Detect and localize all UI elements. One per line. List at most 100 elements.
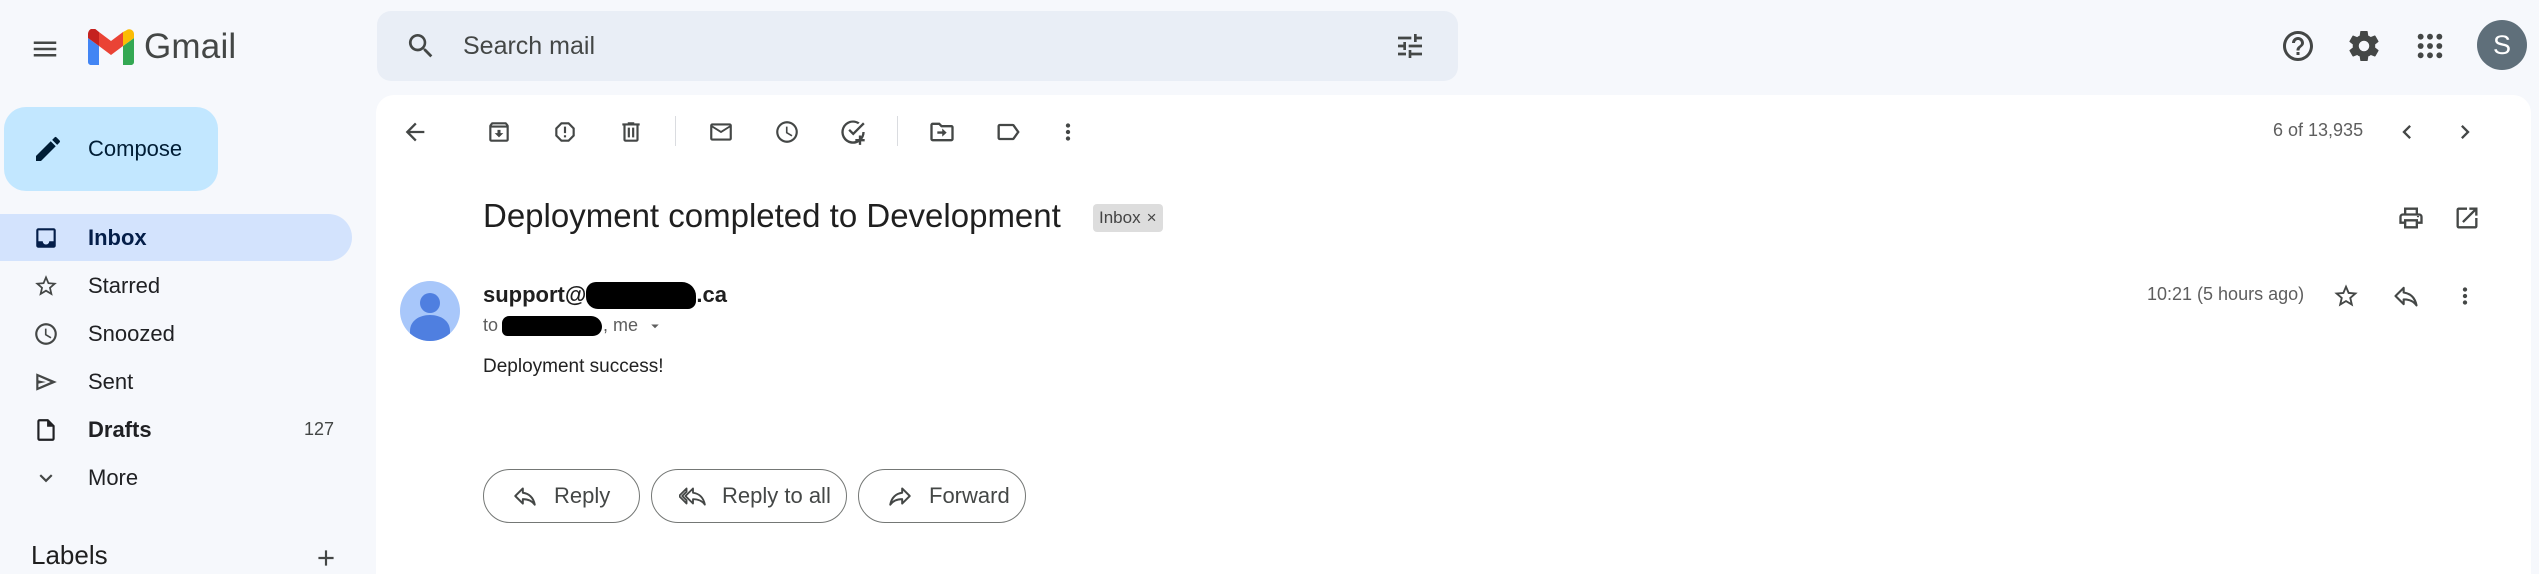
clock-icon [35,322,57,345]
main-menu-button[interactable] [16,20,74,78]
settings-button[interactable] [2340,22,2388,70]
reply-icon [514,487,536,506]
delete-button[interactable] [611,112,651,152]
file-icon [37,418,55,441]
report-icon [555,122,575,142]
label-icon [997,123,1020,141]
star-button[interactable] [2326,276,2366,316]
create-label-button[interactable] [308,540,344,574]
sender-prefix: support@ [483,282,587,307]
apps-grid-icon [2417,33,2443,59]
reply-label: Reply [554,483,611,508]
chevron-right-icon [2461,125,2470,139]
mark-unread-button[interactable] [701,112,741,152]
search-input[interactable]: Search mail [463,32,1386,61]
tune-icon [1398,34,1422,58]
older-button[interactable] [2445,112,2485,152]
sidebar-item-drafts[interactable]: Drafts 127 [0,406,352,453]
message-time: 10:21 (5 hours ago) [2147,284,2305,304]
reply-all-button[interactable]: Reply to all [651,469,847,523]
person-icon [410,293,450,341]
gmail-logo[interactable]: Gmail [88,22,236,72]
support-button[interactable] [2274,22,2322,70]
search-options-button[interactable] [1386,22,1434,70]
to-suffix: , me [603,315,639,335]
reply-button[interactable]: Reply [483,469,640,523]
back-button[interactable] [395,112,435,152]
sidebar-item-label: Inbox [88,224,147,250]
clock-icon [776,121,798,143]
trash-icon [622,122,640,142]
add-task-icon [841,120,865,145]
inbox-icon [36,227,56,248]
email-subject: Deployment completed to Development [483,197,1061,234]
sidebar-item-inbox[interactable]: Inbox [0,214,352,261]
send-icon [36,372,57,391]
sidebar-item-snoozed[interactable]: Snoozed [0,310,352,357]
redaction-mark [586,282,696,309]
sidebar-item-label: Sent [88,368,134,394]
reply-icon [2394,286,2418,307]
sidebar-item-more[interactable]: More [0,454,352,501]
more-options-button[interactable] [1048,112,1088,152]
reply-all-icon [679,487,706,506]
account-avatar[interactable]: S [2477,20,2527,70]
sidebar-item-count: 127 [303,419,334,439]
sender-suffix: .ca [696,282,727,307]
show-details-button[interactable] [646,317,664,335]
sidebar-item-sent[interactable]: Sent [0,358,352,405]
to-prefix: to [483,315,504,335]
sidebar-item-label: Snoozed [88,320,175,346]
star-outline-icon [2334,284,2358,307]
sender-avatar[interactable] [400,281,460,341]
labels-heading: Labels [31,540,108,570]
chevron-down-icon [39,473,53,482]
open-in-new-icon [2456,207,2478,229]
app-name: Gmail [144,27,237,66]
sidebar-item-starred[interactable]: Starred [0,262,352,309]
print-all-button[interactable] [2391,198,2431,238]
compose-label: Compose [88,136,183,161]
search-icon [408,34,433,58]
labels-button[interactable] [988,112,1028,152]
compose-button[interactable]: Compose [4,107,218,191]
snooze-button[interactable] [767,112,807,152]
reply-all-label: Reply to all [722,483,831,508]
gmail-m-icon [88,29,134,65]
print-icon [2399,207,2423,229]
label-chip-text: Inbox [1099,208,1141,227]
newer-button[interactable] [2387,112,2427,152]
search-button[interactable] [401,26,441,66]
caret-down-icon [651,324,659,329]
add-to-tasks-button[interactable] [833,112,873,152]
remove-label-icon[interactable]: × [1147,208,1157,228]
more-vert-icon [2462,287,2468,305]
sidebar-item-label: Drafts [88,416,152,442]
inbox-label-chip[interactable]: Inbox × [1093,204,1163,232]
gear-icon [2349,31,2379,62]
pagination-count: 6 of 13,935 [2273,120,2364,140]
sidebar-item-label: More [88,464,139,490]
search-bar[interactable]: Search mail [377,11,1458,81]
toolbar-divider [675,116,676,146]
folder-move-icon [930,122,954,142]
more-vert-icon [1065,123,1071,141]
chevron-left-icon [2402,125,2411,139]
redaction-mark [502,316,602,336]
google-apps-button[interactable] [2406,22,2454,70]
archive-icon [489,122,509,142]
toolbar-divider [897,116,898,146]
arrow-back-icon [405,122,425,142]
message-more-button[interactable] [2445,276,2485,316]
help-icon [2283,31,2313,61]
plus-icon [318,550,334,566]
report-spam-button[interactable] [545,112,585,152]
open-new-window-button[interactable] [2447,198,2487,238]
forward-icon [889,487,911,506]
forward-button[interactable]: Forward [858,469,1026,523]
reply-icon-button[interactable] [2386,276,2426,316]
move-to-button[interactable] [922,112,962,152]
mail-icon [710,123,732,141]
forward-label: Forward [929,483,1010,508]
archive-button[interactable] [479,112,519,152]
